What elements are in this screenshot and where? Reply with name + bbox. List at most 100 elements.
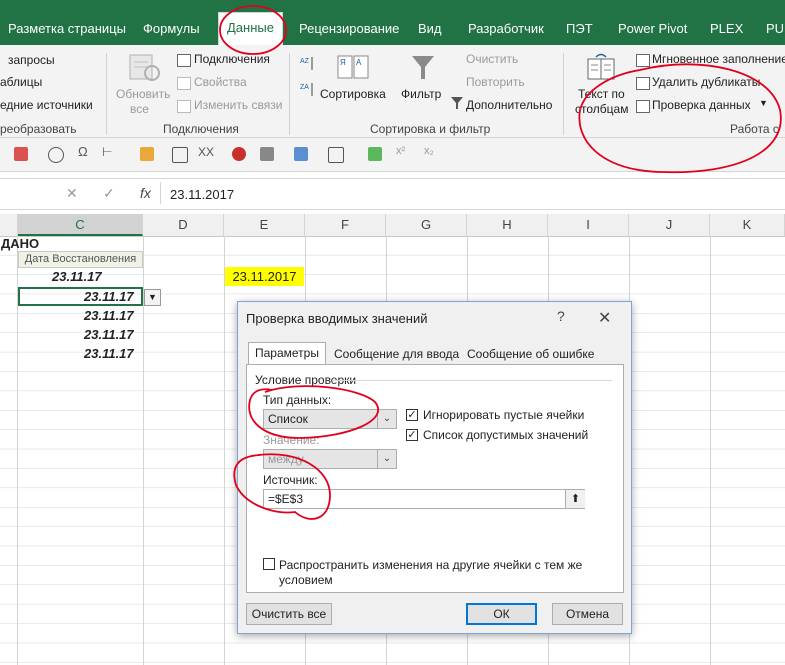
omega-icon[interactable]: Ω bbox=[78, 144, 92, 159]
custom-toolbar: Ω ⊢ ΧΧ x² x₂ bbox=[0, 138, 785, 172]
toolbar-icon-10[interactable] bbox=[294, 147, 308, 161]
tab-review[interactable]: Рецензирование bbox=[299, 14, 399, 44]
close-icon[interactable]: ✕ bbox=[598, 308, 611, 328]
cancel-button[interactable]: Отмена bbox=[552, 603, 623, 625]
remove-duplicates-button[interactable]: Удалить дубликаты bbox=[652, 75, 760, 89]
cancel-entry-button[interactable]: ✕ bbox=[66, 185, 78, 202]
column-header-h[interactable]: H bbox=[467, 214, 548, 236]
svg-text:А: А bbox=[356, 58, 362, 67]
tab-page-layout[interactable]: Разметка страницы bbox=[8, 14, 126, 44]
fx-circle-icon[interactable] bbox=[48, 147, 64, 163]
cell-c5[interactable]: 23.11.17 bbox=[84, 308, 134, 323]
tab-data[interactable]: Данные bbox=[218, 12, 283, 45]
data-validation-icon bbox=[636, 100, 650, 113]
text-to-columns-label-2: столбцам bbox=[575, 102, 629, 116]
settings-panel: Условие проверки Тип данных: Список ⌄ ✓ … bbox=[246, 364, 624, 593]
confirm-entry-button[interactable]: ✓ bbox=[103, 185, 115, 202]
column-header-i[interactable]: I bbox=[548, 214, 629, 236]
formula-bar: ✕ ✓ fx 23.11.2017 bbox=[0, 178, 785, 210]
in-cell-dropdown-checkbox[interactable]: ✓ bbox=[406, 429, 418, 441]
ribbon-separator bbox=[106, 53, 107, 135]
column-header-f[interactable]: F bbox=[305, 214, 386, 236]
toolbar-icon-9[interactable] bbox=[260, 147, 274, 161]
sort-az-icon[interactable]: AZ bbox=[300, 55, 316, 71]
cell-c6[interactable]: 23.11.17 bbox=[84, 327, 134, 342]
source-input[interactable]: =$E$3 bbox=[263, 489, 585, 509]
toolbar-icon-5[interactable] bbox=[140, 147, 154, 161]
data-validation-button[interactable]: Проверка данных bbox=[652, 98, 751, 112]
allow-select-value: Список bbox=[268, 412, 308, 426]
allow-select[interactable]: Список ⌄ bbox=[263, 409, 397, 429]
toolbar-icon-11[interactable] bbox=[328, 147, 344, 163]
from-table-button[interactable]: аблицы bbox=[0, 75, 42, 89]
cell-e3[interactable]: 23.11.2017 bbox=[225, 267, 304, 286]
cell-c7[interactable]: 23.11.17 bbox=[84, 346, 134, 361]
connections-icon bbox=[177, 54, 191, 67]
tab-pet[interactable]: ПЭТ bbox=[566, 14, 593, 44]
superscript-icon[interactable]: x² bbox=[396, 145, 410, 159]
column-header-g[interactable]: G bbox=[386, 214, 467, 236]
chevron-down-icon[interactable]: ▼ bbox=[759, 98, 768, 108]
insert-function-button[interactable]: fx bbox=[140, 185, 151, 201]
special-char-icon[interactable]: ⊢ bbox=[102, 145, 116, 159]
column-header-j[interactable]: J bbox=[629, 214, 710, 236]
tab-input-message[interactable]: Сообщение для ввода bbox=[328, 344, 465, 364]
data-label: Значение: bbox=[263, 433, 320, 447]
sort-icon: ЯА bbox=[336, 53, 370, 83]
text-to-columns-button[interactable]: Текст по bbox=[578, 87, 625, 101]
clear-filter-button[interactable]: Очистить bbox=[466, 52, 518, 66]
cell-c3[interactable]: 23.11.17 bbox=[52, 269, 102, 284]
select-all-corner[interactable] bbox=[0, 214, 18, 236]
ok-button[interactable]: ОК bbox=[466, 603, 537, 625]
toolbar-icon-12[interactable] bbox=[368, 147, 382, 161]
column-header-k[interactable]: K bbox=[710, 214, 785, 236]
in-cell-dropdown-label: Список допустимых значений bbox=[423, 428, 589, 442]
apply-all-label-2: условием bbox=[279, 573, 333, 587]
recent-sources-button[interactable]: едние источники bbox=[0, 98, 93, 112]
column-header-c[interactable]: C bbox=[18, 214, 143, 236]
ignore-blank-checkbox[interactable]: ✓ bbox=[406, 409, 418, 421]
edit-links-icon bbox=[177, 100, 191, 113]
edit-links-button[interactable]: Изменить связи bbox=[194, 98, 282, 112]
new-query-button[interactable]: запросы bbox=[8, 53, 55, 67]
tab-plex[interactable]: PLEX bbox=[710, 14, 743, 44]
subscript-icon[interactable]: x₂ bbox=[424, 145, 438, 159]
gridline bbox=[710, 236, 711, 665]
toolbar-icon-7[interactable]: ΧΧ bbox=[198, 145, 214, 159]
collapse-range-icon[interactable]: ⬆ bbox=[565, 490, 585, 508]
help-icon[interactable]: ? bbox=[557, 308, 565, 324]
toolbar-icon-6[interactable] bbox=[172, 147, 188, 163]
toolbar-icon-1[interactable] bbox=[14, 147, 28, 161]
toolbar-icon-8[interactable] bbox=[232, 147, 246, 161]
flash-fill-button[interactable]: Мгновенное заполнение bbox=[652, 52, 785, 66]
column-header-e[interactable]: E bbox=[224, 214, 305, 236]
column-header-d[interactable]: D bbox=[143, 214, 224, 236]
reapply-button[interactable]: Повторить bbox=[466, 75, 525, 89]
filter-button[interactable]: Фильтр bbox=[401, 87, 441, 101]
tab-power-pivot[interactable]: Power Pivot bbox=[618, 14, 687, 44]
cell-b1[interactable]: ДАНО bbox=[1, 236, 39, 251]
tab-developer[interactable]: Разработчик bbox=[468, 14, 544, 44]
data-select[interactable]: между ⌄ bbox=[263, 449, 397, 469]
tab-puf[interactable]: PUF bbox=[766, 14, 785, 44]
sort-za-icon[interactable]: ZA bbox=[300, 81, 316, 97]
clear-all-button[interactable]: Очистить все bbox=[246, 603, 332, 625]
tab-view[interactable]: Вид bbox=[418, 14, 442, 44]
cell-c2-header[interactable]: Дата Восстановления bbox=[18, 251, 143, 268]
properties-button[interactable]: Свойства bbox=[194, 75, 247, 89]
svg-text:AZ: AZ bbox=[300, 58, 310, 65]
formula-input[interactable]: 23.11.2017 bbox=[170, 187, 234, 202]
sort-button[interactable]: Сортировка bbox=[320, 87, 386, 101]
flash-fill-icon bbox=[636, 54, 650, 67]
tab-error-alert[interactable]: Сообщение об ошибке bbox=[461, 344, 600, 364]
tab-formulas[interactable]: Формулы bbox=[143, 14, 200, 44]
cell-c4[interactable]: 23.11.17 bbox=[84, 289, 134, 304]
advanced-filter-button[interactable]: Дополнительно bbox=[466, 98, 552, 112]
ignore-blank-label: Игнорировать пустые ячейки bbox=[423, 408, 585, 422]
refresh-all-button[interactable]: Обновить bbox=[116, 87, 170, 101]
data-validation-dialog: Проверка вводимых значений ? ✕ Параметры… bbox=[237, 301, 632, 634]
dropdown-arrow-icon[interactable]: ▼ bbox=[144, 289, 161, 306]
apply-all-checkbox[interactable] bbox=[263, 558, 275, 570]
tab-settings[interactable]: Параметры bbox=[248, 342, 326, 365]
connections-button[interactable]: Подключения bbox=[194, 52, 270, 66]
